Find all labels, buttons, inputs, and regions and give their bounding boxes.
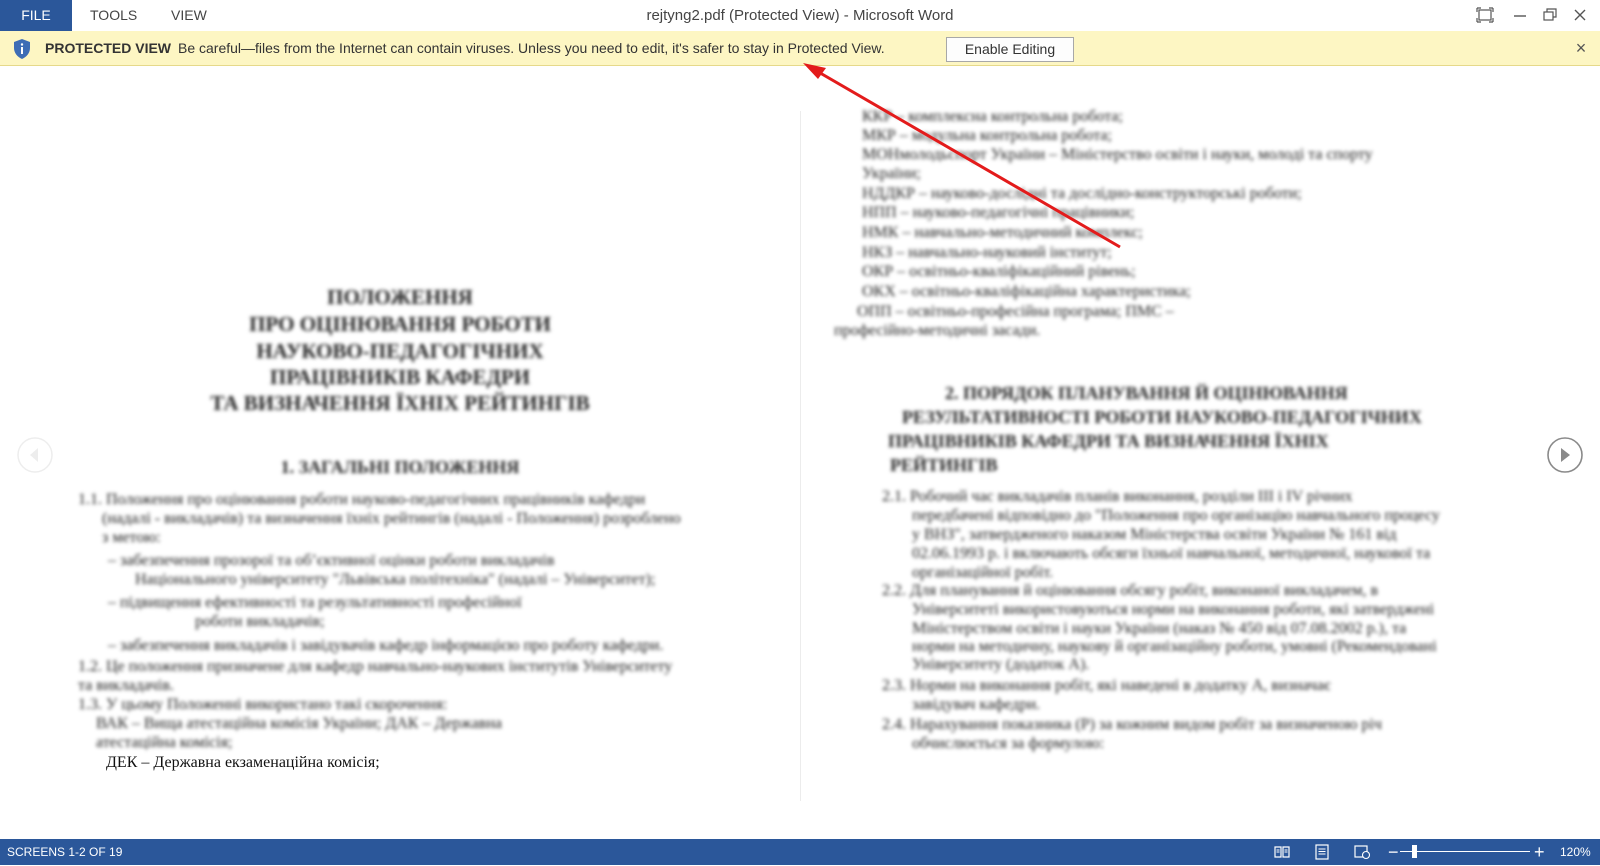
body-line: норми на методичну, наукову й організаці… — [912, 638, 1437, 655]
restore-icon[interactable] — [1538, 4, 1562, 26]
protected-view-label: PROTECTED VIEW — [45, 40, 172, 56]
body-line: ВАК – Вища атестаційна комісія України; … — [96, 715, 503, 732]
body-line: 2.1. Робочий час викладачів планів викон… — [882, 488, 1353, 505]
body-line: ККР – комплексна контрольна робота; — [862, 108, 1123, 125]
zoom-level[interactable]: 120% — [1560, 839, 1591, 865]
body-line: НПП – науково-педагогічні працівники; — [862, 204, 1135, 221]
read-mode-icon[interactable] — [1273, 843, 1291, 861]
section-heading: 2. ПОРЯДОК ПЛАНУВАННЯ Й ОЦІНЮВАННЯ — [945, 383, 1348, 403]
menu-tools[interactable]: TOOLS — [90, 0, 137, 31]
body-line: та викладачів. — [78, 677, 174, 694]
body-line: завідувач кафедри. — [912, 696, 1041, 713]
body-line: (надалі - викладачів) та визначення їхні… — [102, 510, 681, 527]
protected-view-bar: PROTECTED VIEW Be careful—files from the… — [0, 31, 1600, 66]
body-line: Міністерством освіти і науки України (на… — [912, 620, 1407, 637]
body-line: України; — [862, 165, 921, 182]
close-icon[interactable]: × — [1570, 37, 1592, 59]
web-layout-icon[interactable] — [1353, 843, 1371, 861]
menu-view[interactable]: VIEW — [171, 0, 207, 31]
body-line-sharp: ДЕК – Державна екзаменаційна комісія; — [106, 754, 380, 771]
previous-page-icon[interactable] — [16, 436, 54, 474]
body-line: Національного університету "Львівська по… — [135, 571, 656, 588]
menu-file[interactable]: FILE — [0, 0, 72, 31]
body-line: роботи викладачів; — [195, 613, 325, 630]
protected-view-message: Be careful—files from the Internet can c… — [178, 40, 885, 56]
zoom-in-button[interactable]: + — [1534, 840, 1545, 864]
body-line: 2.2. Для планування й оцінювання обсягу … — [882, 582, 1379, 599]
body-line: обчислюється за формулою: — [912, 735, 1105, 752]
body-line: професійно-методичні засади. — [834, 322, 1041, 339]
full-screen-icon[interactable] — [1473, 4, 1497, 26]
screen-counter: SCREENS 1-2 OF 19 — [7, 845, 123, 859]
shield-info-icon — [12, 38, 32, 60]
body-line: 2.3. Норми на виконання робіт, які навед… — [882, 677, 1331, 694]
page-divider — [800, 111, 801, 801]
zoom-slider[interactable] — [1400, 851, 1530, 852]
enable-editing-button[interactable]: Enable Editing — [946, 37, 1074, 62]
body-line: ОКР – освітньо-кваліфікаційний рівень; — [862, 263, 1136, 280]
title-bar: FILE TOOLS VIEW rejtyng2.pdf (Protected … — [0, 0, 1600, 31]
next-page-icon[interactable] — [1546, 436, 1584, 474]
doc-title-line: ТА ВИЗНАЧЕННЯ ЇХНІХ РЕЙТИНГІВ — [210, 391, 590, 415]
doc-title-line: ПРО ОЦІНЮВАННЯ РОБОТИ — [249, 312, 551, 336]
section-heading: 1. ЗАГАЛЬНІ ПОЛОЖЕННЯ — [280, 457, 520, 477]
print-layout-icon[interactable] — [1313, 843, 1331, 861]
body-line: організаційної робіт. — [912, 564, 1054, 581]
status-bar: SCREENS 1-2 OF 19 − + 120% — [0, 839, 1600, 865]
body-line: у ВНЗ", затвердженого наказом Міністерст… — [912, 526, 1397, 543]
body-line: НКЗ – навчально-науковий інститут; — [862, 244, 1112, 261]
body-line: – забезпечення викладачів і завідувачів … — [108, 637, 664, 654]
document-area[interactable]: ПОЛОЖЕННЯ ПРО ОЦІНЮВАННЯ РОБОТИ НАУКОВО-… — [0, 66, 1600, 839]
body-line: 1.1. Положення про оцінювання роботи нау… — [78, 491, 646, 508]
zoom-slider-thumb[interactable] — [1412, 845, 1417, 858]
body-line: Університеті використовуються норми на в… — [912, 601, 1435, 618]
body-line: МОНмолодьспорт України – Міністерство ос… — [862, 146, 1373, 163]
window-title: rejtyng2.pdf (Protected View) - Microsof… — [646, 7, 954, 24]
minimize-icon[interactable] — [1508, 4, 1532, 26]
body-line: ОПП – освітньо-професійна програма; ПМС … — [857, 303, 1174, 320]
section-heading: РЕЗУЛЬТАТИВНОСТІ РОБОТИ НАУКОВО-ПЕДАГОГІ… — [902, 407, 1422, 427]
body-line: з метою: — [102, 529, 161, 546]
body-line: НМК – навчально-методичний комплекс; — [862, 224, 1143, 241]
body-line: 1.2. Це положення призначене для кафедр … — [78, 658, 673, 675]
body-line: МКР – модульна контрольна робота; — [862, 127, 1112, 144]
section-heading: РЕЙТИНГІВ — [890, 455, 998, 475]
doc-title-line: ПОЛОЖЕННЯ — [327, 285, 473, 309]
body-line: Університету (додаток А). — [912, 656, 1090, 673]
body-line: ОКХ – освітньо-кваліфікаційна характерис… — [862, 283, 1191, 300]
body-line: 02.06.1993 р. і включають обсяги їхньої … — [912, 545, 1431, 562]
body-line: 2.4. Нарахування показника (Р) за кожним… — [882, 716, 1382, 733]
zoom-out-button[interactable]: − — [1388, 840, 1399, 864]
body-line: атестаційна комісія; — [96, 734, 233, 751]
body-line: передбачені відповідно до "Положення про… — [912, 507, 1440, 524]
body-line: – забезпечення прозорої та об’єктивної о… — [108, 552, 555, 569]
doc-title-line: НАУКОВО-ПЕДАГОГІЧНИХ — [256, 339, 544, 363]
doc-title-line: ПРАЦІВНИКІВ КАФЕДРИ — [269, 365, 531, 389]
body-line: 1.3. У цьому Положенні використано такі … — [78, 696, 448, 713]
section-heading: ПРАЦІВНИКІВ КАФЕДРИ ТА ВИЗНАЧЕННЯ ЇХНІХ — [888, 431, 1329, 451]
body-line: – підвищення ефективності та результатив… — [108, 594, 522, 611]
body-line: НДДКР – науково-дослідні та дослідно-кон… — [862, 185, 1302, 202]
window-close-icon[interactable] — [1568, 4, 1592, 26]
